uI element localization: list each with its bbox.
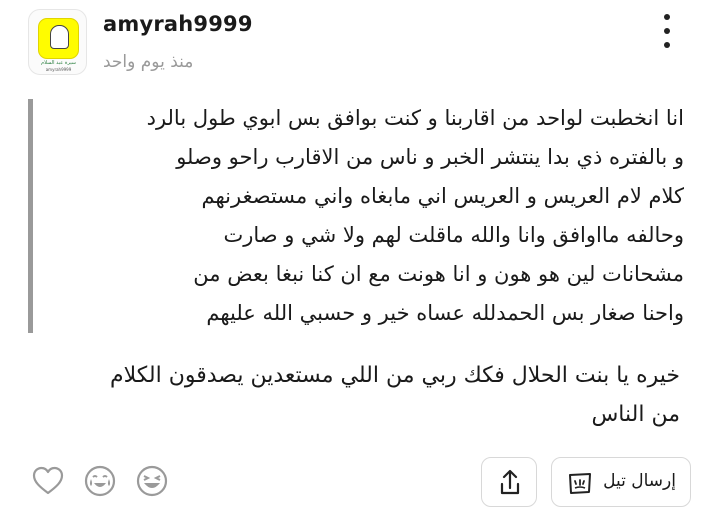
laugh-reaction-button[interactable]	[135, 464, 169, 498]
more-vertical-icon	[664, 14, 670, 20]
avatar[interactable]: سيرة عبد السلام amyrah9999	[28, 9, 87, 75]
avatar-caption-username: amyrah9999	[45, 67, 72, 72]
post-timestamp: منذ يوم واحد	[103, 52, 194, 72]
quote-line: واحنا صغار بس الحمدلله عساه خير و حسبي ا…	[206, 301, 684, 325]
quote-bar	[28, 99, 33, 333]
reply-line: من الناس	[591, 402, 680, 427]
heart-icon	[32, 466, 64, 495]
quote-line: وحالفه مااوافق وانا والله ماقلت لهم ولا …	[223, 223, 684, 247]
quoted-message: انا انخطبت لواحد من اقاربنا و كنت بوافق …	[46, 99, 684, 333]
more-dot	[664, 28, 670, 34]
like-button[interactable]	[31, 464, 65, 498]
reply-message: خيره يا بنت الحلال فكك ربي من اللي مستعد…	[20, 356, 680, 434]
username[interactable]: amyrah9999	[103, 12, 253, 36]
quote-line: كلام لام العريس و العريس اني مابغاه واني…	[201, 184, 684, 208]
send-tell-button[interactable]: إرسال تيل	[551, 457, 691, 507]
cry-reaction-button[interactable]	[83, 464, 117, 498]
reply-line: خيره يا بنت الحلال فكك ربي من اللي مستعد…	[110, 363, 680, 388]
send-tell-label: إرسال تيل	[603, 471, 676, 491]
quote-line: و بالفتره ذي بدا ينتشر الخبر و ناس من ال…	[176, 145, 684, 169]
ghost-icon	[50, 25, 69, 49]
snapcode-icon	[38, 18, 79, 59]
tell-note-icon	[569, 473, 591, 494]
share-icon	[500, 469, 520, 495]
more-options-button[interactable]	[656, 12, 678, 52]
laughing-icon	[136, 465, 168, 497]
avatar-caption: سيرة عبد السلام	[41, 60, 76, 66]
share-button[interactable]	[481, 457, 537, 507]
quote-line: انا انخطبت لواحد من اقاربنا و كنت بوافق …	[146, 106, 684, 130]
more-dot	[664, 42, 670, 48]
crying-laughing-icon	[84, 465, 116, 497]
quote-line: مشحانات لين هو هون و انا هونت مع ان كنا …	[193, 262, 684, 286]
